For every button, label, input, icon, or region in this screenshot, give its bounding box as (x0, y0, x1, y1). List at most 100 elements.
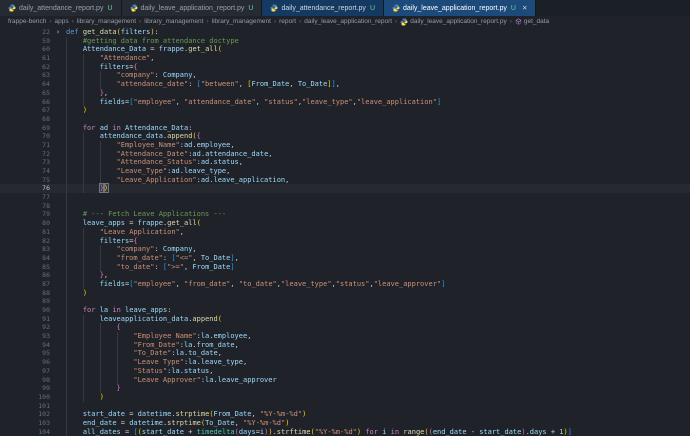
code-line[interactable]: 96"Leave Type":la.leave_type, (0, 358, 690, 367)
line-number[interactable]: 89 (0, 297, 50, 306)
code-line[interactable]: 71"Employee_Name":ad.employee, (0, 141, 690, 150)
code-line[interactable]: 72"Attendance_Date":ad.attendance_date, (0, 150, 690, 159)
code-line[interactable]: 97"Status":la.status, (0, 367, 690, 376)
line-number[interactable]: 65 (0, 89, 50, 98)
tab-daily_leave_application_report.py[interactable]: daily_leave_application_report.pyU (122, 0, 263, 16)
code-line[interactable]: 102start_date = datetime.strptime(From_D… (0, 410, 690, 419)
line-number[interactable]: 84 (0, 254, 50, 263)
code-line[interactable]: 90for la in leave_apps: (0, 306, 690, 315)
code-line[interactable]: 70attendance_data.append({ (0, 132, 690, 141)
line-number[interactable]: 94 (0, 341, 50, 350)
code-line[interactable]: 101 (0, 402, 690, 411)
line-number[interactable]: 86 (0, 271, 50, 280)
line-number[interactable]: 97 (0, 367, 50, 376)
line-number[interactable]: 82 (0, 237, 50, 246)
code-line[interactable]: 86}, (0, 271, 690, 280)
code-line[interactable]: 92{ (0, 323, 690, 332)
code-line[interactable]: 61"Attendance", (0, 54, 690, 63)
code-line[interactable]: 74"Leave_Type":ad.leave_type, (0, 167, 690, 176)
line-number[interactable]: 101 (0, 402, 50, 411)
line-number[interactable]: 76 (0, 184, 50, 193)
line-number[interactable]: 95 (0, 349, 50, 358)
code-line[interactable]: 89 (0, 297, 690, 306)
line-number[interactable]: 68 (0, 115, 50, 124)
line-number[interactable]: 81 (0, 228, 50, 237)
breadcrumb-item[interactable]: daily_leave_application_report (304, 18, 392, 25)
line-number[interactable]: 74 (0, 167, 50, 176)
code-line[interactable]: 103end_date = datetime.strptime(To_Date,… (0, 419, 690, 428)
code-line[interactable]: 69for ad in Attendance_Data: (0, 124, 690, 133)
line-number[interactable]: 73 (0, 158, 50, 167)
line-number[interactable]: 64 (0, 80, 50, 89)
line-number[interactable]: 59 (0, 37, 50, 46)
close-icon[interactable]: ✕ (522, 4, 527, 12)
code-line[interactable]: 84"from_date": ["<=", To_Date], (0, 254, 690, 263)
line-number[interactable]: 67 (0, 106, 50, 115)
tab-daily_attendance_report.py[interactable]: daily_attendance_report.pyU (0, 0, 122, 16)
line-number[interactable]: 103 (0, 419, 50, 428)
line-number[interactable]: 80 (0, 219, 50, 228)
code-line[interactable]: 93"Employee Name":la.employee, (0, 332, 690, 341)
line-number[interactable]: 99 (0, 384, 50, 393)
code-line[interactable]: 104all_dates = [(start_date + timedelta(… (0, 428, 690, 436)
line-number[interactable]: 75 (0, 176, 50, 185)
line-number[interactable]: 66 (0, 98, 50, 107)
line-number[interactable]: 70 (0, 132, 50, 141)
line-number[interactable]: 22 (0, 28, 50, 37)
code-line[interactable]: 95"To_Date":la.to_date, (0, 349, 690, 358)
code-line[interactable]: 87fields=["employee", "from_date", "to_d… (0, 280, 690, 289)
code-line[interactable]: 98"Leave Approver":la.leave_approver (0, 376, 690, 385)
code-line[interactable]: 77 (0, 193, 690, 202)
line-number[interactable]: 98 (0, 376, 50, 385)
code-line[interactable]: 63"company": Company, (0, 71, 690, 80)
code-line[interactable]: 80leave_apps = frappe.get_all( (0, 219, 690, 228)
code-line[interactable]: 62filters={ (0, 63, 690, 72)
code-line[interactable]: 59#getting data from attendance doctype (0, 37, 690, 46)
breadcrumb-item[interactable]: get_data (515, 18, 549, 25)
fold-icon[interactable]: › (50, 28, 66, 37)
line-number[interactable]: 63 (0, 71, 50, 80)
code-line[interactable]: 67) (0, 106, 690, 115)
line-number[interactable]: 87 (0, 280, 50, 289)
line-number[interactable]: 104 (0, 428, 50, 436)
breadcrumb-item[interactable]: apps (54, 18, 68, 25)
line-number[interactable]: 77 (0, 193, 50, 202)
breadcrumb-item[interactable]: library_management (144, 18, 203, 25)
code-line[interactable]: 79# --- Fetch Leave Applications --- (0, 210, 690, 219)
line-number[interactable]: 61 (0, 54, 50, 63)
line-number[interactable]: 90 (0, 306, 50, 315)
code-line[interactable]: 68 (0, 115, 690, 124)
line-number[interactable]: 96 (0, 358, 50, 367)
code-line[interactable]: 99} (0, 384, 690, 393)
line-number[interactable]: 71 (0, 141, 50, 150)
code-line[interactable]: 22›def get_data(filters): (0, 28, 690, 37)
code-line[interactable]: 88) (0, 289, 690, 298)
line-number[interactable]: 72 (0, 150, 50, 159)
code-line[interactable]: 65}, (0, 89, 690, 98)
breadcrumb-item[interactable]: frappe-bench (8, 18, 46, 25)
code-line[interactable]: 64"attendance_date": ["between", [From_D… (0, 80, 690, 89)
breadcrumb-item[interactable]: library_management (77, 18, 136, 25)
code-line[interactable]: 60Attendance_Data = frappe.get_all( (0, 45, 690, 54)
line-number[interactable]: 78 (0, 202, 50, 211)
line-number[interactable]: 85 (0, 263, 50, 272)
breadcrumb-item[interactable]: daily_leave_application_report.py (400, 18, 506, 26)
breadcrumb-item[interactable]: report (279, 18, 296, 25)
code-line[interactable]: 85"to_date": [">=", From_Date] (0, 263, 690, 272)
code-line[interactable]: 73"Attendance_Status":ad.status, (0, 158, 690, 167)
tab-daily_attendance_report.py[interactable]: daily_attendance_report.pyU (262, 0, 384, 16)
breadcrumb-item[interactable]: library_management (212, 18, 271, 25)
line-number[interactable]: 102 (0, 410, 50, 419)
line-number[interactable]: 88 (0, 289, 50, 298)
code-line[interactable]: 91leaveapplication_data.append( (0, 315, 690, 324)
line-number[interactable]: 100 (0, 393, 50, 402)
line-number[interactable]: 93 (0, 332, 50, 341)
line-number[interactable]: 62 (0, 63, 50, 72)
tab-daily_leave_application_report.py[interactable]: daily_leave_application_report.pyU✕ (384, 0, 536, 16)
code-line[interactable]: 78 (0, 202, 690, 211)
code-editor[interactable]: 22›def get_data(filters):59#getting data… (0, 27, 690, 436)
line-number[interactable]: 92 (0, 323, 50, 332)
code-line[interactable]: 66fields=["employee", "attendance_date",… (0, 98, 690, 107)
code-line[interactable]: 100) (0, 393, 690, 402)
code-line[interactable]: 81"Leave Application", (0, 228, 690, 237)
